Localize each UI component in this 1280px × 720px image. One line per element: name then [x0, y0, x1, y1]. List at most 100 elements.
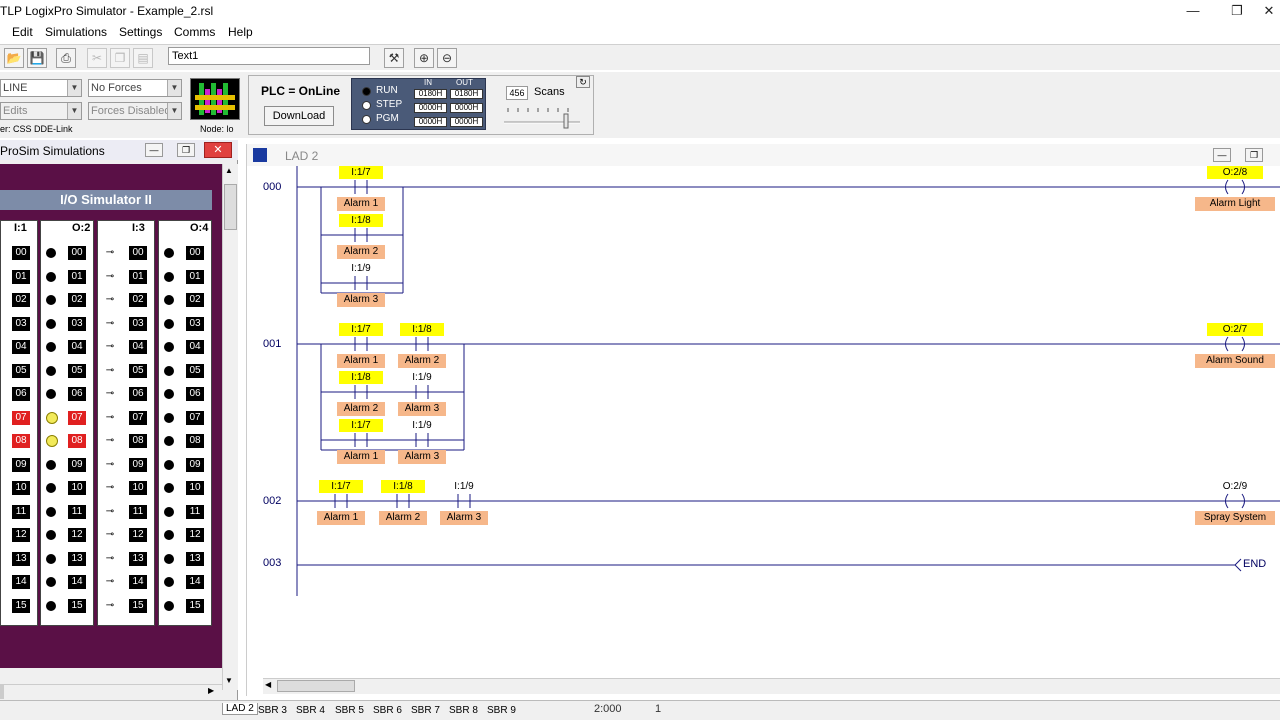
menu-comms[interactable]: Comms: [174, 25, 215, 39]
tools-icon[interactable]: ⚒: [384, 48, 404, 68]
contact-address[interactable]: I:1/9: [400, 371, 444, 384]
contact-address[interactable]: I:1/7: [319, 480, 363, 493]
scroll-down-icon[interactable]: ▼: [225, 676, 233, 685]
zoom-in-icon[interactable]: ⊕: [414, 48, 434, 68]
zoom-out-icon[interactable]: ⊖: [437, 48, 457, 68]
io-bit[interactable]: 05: [129, 363, 147, 378]
scroll-left-icon[interactable]: ◀: [265, 680, 271, 689]
toggle-switch-icon[interactable]: ⊸: [101, 506, 119, 518]
io-bit[interactable]: 10: [12, 481, 30, 495]
mode-combo[interactable]: LINE ▼: [0, 79, 82, 97]
maximize-icon[interactable]: ❐: [177, 143, 195, 157]
io-bit[interactable]: 01: [129, 269, 147, 284]
refresh-icon[interactable]: ↻: [576, 76, 590, 88]
toggle-switch-icon[interactable]: ⊸: [101, 600, 119, 612]
forces-combo[interactable]: No Forces ▼: [88, 79, 182, 97]
contact-address[interactable]: I:1/9: [400, 419, 444, 432]
toggle-switch-icon[interactable]: ⊸: [101, 482, 119, 494]
pgm-radio[interactable]: [362, 115, 371, 124]
toggle-switch-icon[interactable]: ⊸: [101, 576, 119, 588]
io-bit[interactable]: 14: [129, 575, 147, 589]
toggle-switch-icon[interactable]: ⊸: [101, 318, 119, 330]
minimize-icon[interactable]: —: [1170, 0, 1216, 22]
io-bit[interactable]: 02: [129, 293, 147, 307]
scroll-right-icon[interactable]: ▶: [208, 686, 214, 695]
toggle-switch-icon[interactable]: ⊸: [101, 553, 119, 565]
contact-address[interactable]: I:1/8: [339, 371, 383, 384]
io-bit[interactable]: 03: [129, 316, 147, 331]
io-bit[interactable]: 12: [12, 528, 30, 542]
io-bit[interactable]: 07: [129, 410, 147, 425]
contact-address[interactable]: I:1/7: [339, 323, 383, 336]
io-bit[interactable]: 07: [12, 410, 30, 425]
toggle-switch-icon[interactable]: ⊸: [101, 247, 119, 259]
io-bit[interactable]: 13: [12, 551, 30, 566]
contact-address[interactable]: I:1/8: [381, 480, 425, 493]
copy-icon[interactable]: ❐: [110, 48, 130, 68]
toggle-switch-icon[interactable]: ⊸: [101, 294, 119, 306]
io-bit[interactable]: 00: [12, 246, 30, 260]
io-bit[interactable]: 11: [12, 504, 30, 519]
tab-sbr-4[interactable]: SBR 4: [296, 705, 325, 716]
io-bit[interactable]: 13: [129, 551, 147, 566]
menu-simulations[interactable]: Simulations: [45, 25, 107, 39]
io-bit[interactable]: 11: [129, 504, 147, 519]
io-bit[interactable]: 05: [12, 363, 30, 378]
cut-icon[interactable]: ✂: [87, 48, 107, 68]
tab-sbr-8[interactable]: SBR 8: [449, 705, 478, 716]
io-bit[interactable]: 08: [129, 434, 147, 448]
toggle-switch-icon[interactable]: ⊸: [101, 529, 119, 541]
edits-combo[interactable]: Edits ▼: [0, 102, 82, 120]
io-bit[interactable]: 08: [12, 434, 30, 448]
toggle-switch-icon[interactable]: ⊸: [101, 341, 119, 353]
io-bit[interactable]: 12: [129, 528, 147, 542]
menu-edit[interactable]: Edit: [12, 25, 33, 39]
tab-sbr-9[interactable]: SBR 9: [487, 705, 516, 716]
io-bit[interactable]: 15: [12, 598, 30, 613]
toggle-switch-icon[interactable]: ⊸: [101, 459, 119, 471]
menu-settings[interactable]: Settings: [119, 25, 162, 39]
io-bit[interactable]: 02: [12, 293, 30, 307]
contact-address[interactable]: I:1/7: [339, 166, 383, 179]
menu-help[interactable]: Help: [228, 25, 253, 39]
download-button[interactable]: DownLoad: [264, 106, 334, 126]
scroll-thumb[interactable]: [277, 680, 355, 692]
instruction-text-field[interactable]: Text1: [168, 47, 370, 65]
io-bit[interactable]: 10: [129, 481, 147, 495]
ladder-horizontal-scrollbar[interactable]: ◀: [263, 678, 1280, 694]
io-bit[interactable]: 09: [12, 457, 30, 472]
paste-icon[interactable]: ▤: [133, 48, 153, 68]
contact-address[interactable]: I:1/9: [442, 480, 486, 493]
io-bit[interactable]: 00: [129, 246, 147, 260]
open-folder-icon[interactable]: 📂: [4, 48, 24, 68]
minimize-icon[interactable]: —: [145, 143, 163, 157]
run-radio[interactable]: [362, 87, 371, 96]
io-bit[interactable]: 04: [12, 340, 30, 354]
save-icon[interactable]: 💾: [27, 48, 47, 68]
close-icon[interactable]: ✕: [1258, 0, 1280, 22]
close-icon[interactable]: ✕: [204, 142, 232, 158]
coil-address[interactable]: O:2/7: [1207, 323, 1263, 336]
scan-slider[interactable]: [500, 100, 584, 130]
toggle-switch-icon[interactable]: ⊸: [101, 435, 119, 447]
tab-sbr-5[interactable]: SBR 5: [335, 705, 364, 716]
contact-address[interactable]: I:1/9: [339, 262, 383, 275]
io-bit[interactable]: 15: [129, 598, 147, 613]
io-bit[interactable]: 06: [129, 387, 147, 401]
horizontal-scrollbar[interactable]: ▶: [0, 684, 222, 700]
coil-address[interactable]: O:2/8: [1207, 166, 1263, 179]
tab-sbr-7[interactable]: SBR 7: [411, 705, 440, 716]
forces-disabled-combo[interactable]: Forces Disabled ▼: [88, 102, 182, 120]
io-bit[interactable]: 01: [12, 269, 30, 284]
scroll-thumb[interactable]: [0, 685, 4, 699]
io-bit[interactable]: 06: [12, 387, 30, 401]
toggle-switch-icon[interactable]: ⊸: [101, 388, 119, 400]
io-bit[interactable]: 09: [129, 457, 147, 472]
io-bit[interactable]: 03: [12, 316, 30, 331]
print-icon[interactable]: ⎙: [56, 48, 76, 68]
toggle-switch-icon[interactable]: ⊸: [101, 412, 119, 424]
tab-sbr-6[interactable]: SBR 6: [373, 705, 402, 716]
maximize-icon[interactable]: ❐: [1214, 0, 1260, 22]
contact-address[interactable]: I:1/7: [339, 419, 383, 432]
scroll-thumb[interactable]: [224, 184, 237, 230]
